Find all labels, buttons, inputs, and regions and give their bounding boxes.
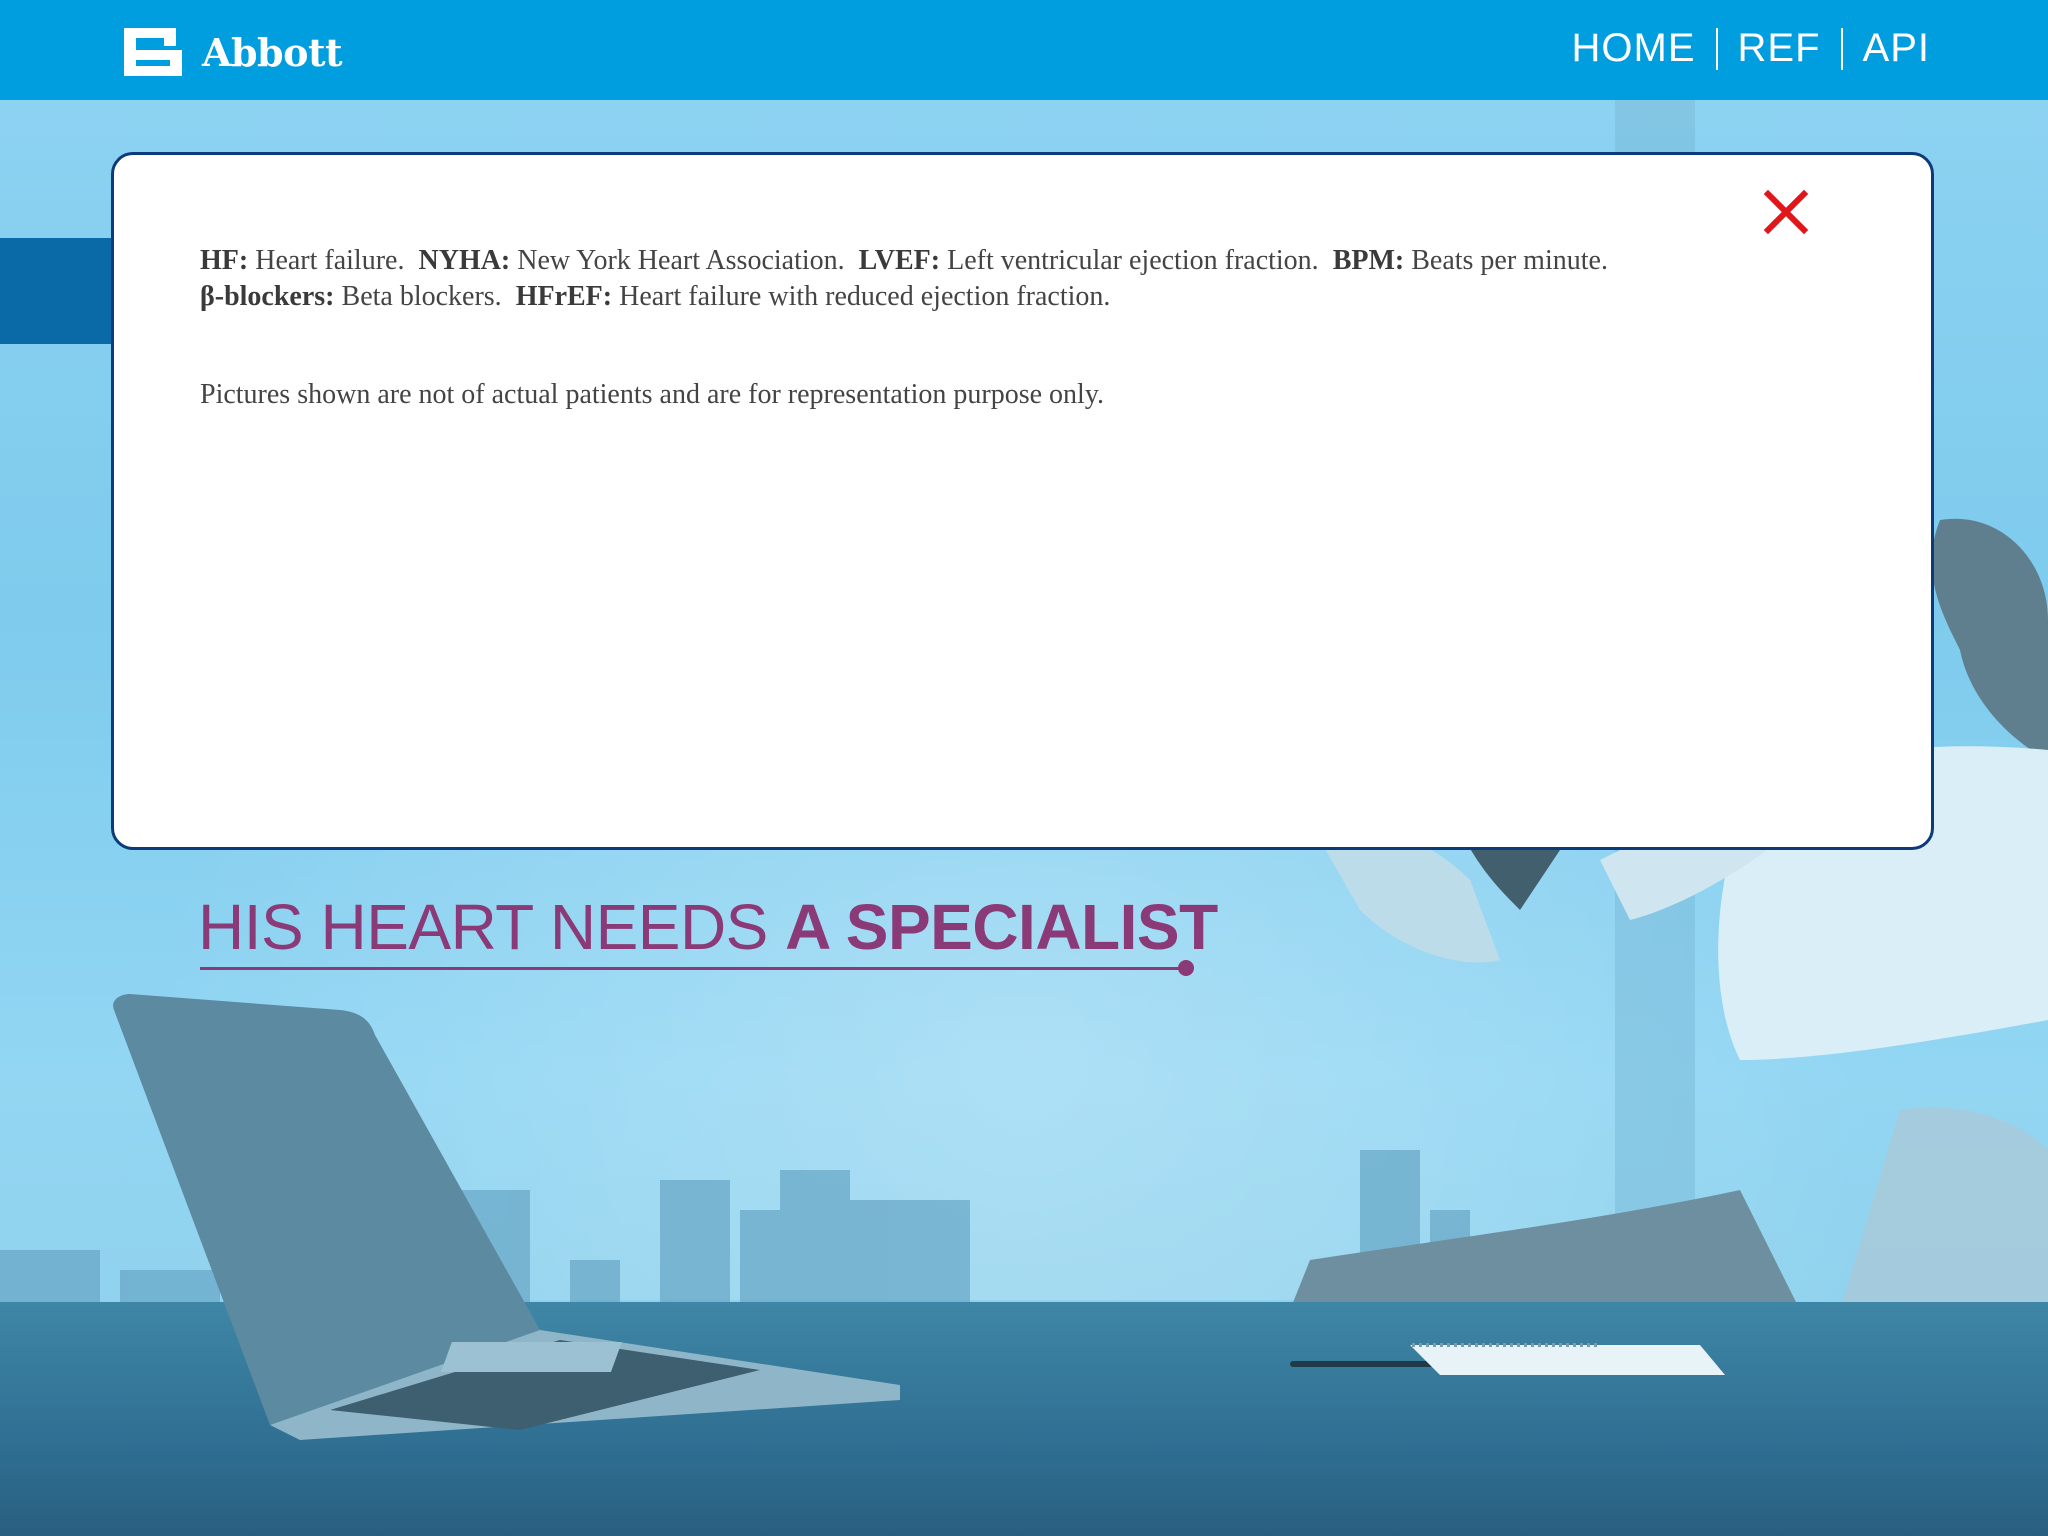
glossary-term: NYHA: (418, 245, 511, 276)
glossary-definition: New York Heart Association. (517, 245, 845, 276)
background-laptop (113, 994, 900, 1440)
glossary-definition: Beta blockers. (341, 281, 502, 312)
abbott-logo-icon (124, 28, 182, 76)
glossary-line: HF: Heart failure. NYHA: New York Heart … (200, 243, 1840, 279)
nav-api-link[interactable]: API (1843, 26, 1930, 71)
page: Abbott HOME REF API HIS HEART NEEDS A SP… (0, 0, 2048, 1536)
headline-light-text: HIS HEART NEEDS (198, 891, 786, 963)
brand-logo[interactable]: Abbott (118, 24, 343, 80)
brand-name: Abbott (202, 29, 343, 75)
modal-content: HF: Heart failure. NYHA: New York Heart … (200, 243, 1840, 413)
close-icon[interactable] (1763, 189, 1809, 235)
side-tab-band (0, 238, 120, 344)
main-navigation: HOME REF API (1552, 26, 1930, 71)
page-headline: HIS HEART NEEDS A SPECIALIST (198, 890, 1218, 964)
abbreviations-modal: HF: Heart failure. NYHA: New York Heart … (111, 152, 1934, 850)
headline-underline (200, 967, 1183, 970)
glossary-term: HFrEF: (515, 281, 613, 312)
glossary-term: LVEF: (858, 245, 941, 276)
glossary-term: BPM: (1332, 245, 1405, 276)
glossary-line: β-blockers: Beta blockers. HFrEF: Heart … (200, 279, 1840, 315)
image-disclaimer: Pictures shown are not of actual patient… (200, 379, 1104, 410)
top-navigation-bar: Abbott HOME REF API (0, 0, 2048, 100)
glossary-term: HF: (200, 245, 249, 276)
nav-home-link[interactable]: HOME (1552, 26, 1716, 71)
headline-bold-text: A SPECIALIST (785, 891, 1218, 963)
headline-underline-dot (1178, 960, 1194, 976)
glossary-definition: Heart failure. (255, 245, 405, 276)
nav-ref-link[interactable]: REF (1718, 26, 1841, 71)
glossary-definition: Heart failure with reduced ejection frac… (619, 281, 1111, 312)
glossary-definition: Beats per minute. (1411, 245, 1608, 276)
glossary-term: β-blockers: (200, 281, 335, 312)
background-notepad (1410, 1343, 1725, 1375)
glossary-definition: Left ventricular ejection fraction. (947, 245, 1319, 276)
